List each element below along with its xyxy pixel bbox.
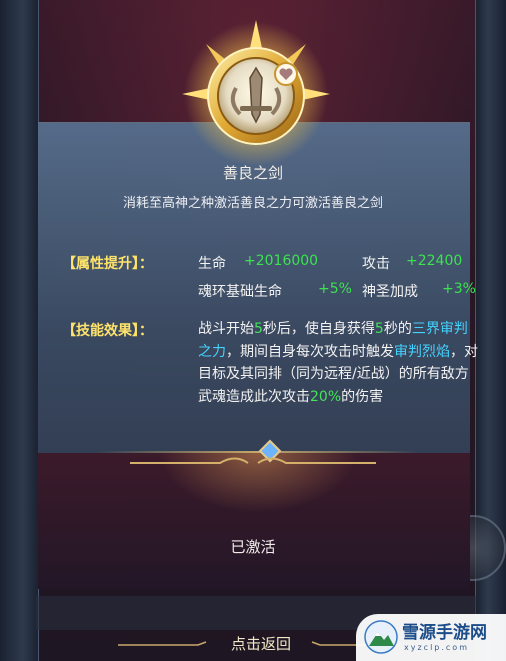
attr-value-ring-hp: +5%: [318, 281, 352, 297]
attr-label-attack: 攻击: [362, 256, 390, 272]
item-description: 消耗至高神之种激活善良之力可激活善良之剑: [122, 196, 383, 211]
back-button[interactable]: 点击返回: [206, 632, 316, 656]
background-tab: [60, 12, 140, 38]
skill-description: 战斗开始5秒后，使自身获得5秒的三界审判之力，期间自身每次攻击时触发审判烈焰，对…: [198, 321, 478, 405]
activated-status: 已激活: [230, 538, 276, 556]
watermark-title: 雪源手游网: [402, 623, 487, 643]
attr-label-hp: 生命: [198, 256, 226, 272]
back-left-deco-icon: [118, 641, 207, 646]
attr-value-attack: +22400: [406, 253, 463, 269]
sword-heart-emblem-icon: [182, 20, 330, 166]
skill-section-title: 【技能效果】：: [62, 323, 153, 339]
attributes-section-title: 【属性提升】：: [62, 256, 153, 272]
attr-label-ring-hp: 魂环基础生命: [198, 284, 282, 300]
attr-label-holy-bonus: 神圣加成: [362, 284, 418, 300]
watermark-url: xyzclp.com: [404, 643, 469, 652]
right-ornament-icon: [257, 457, 376, 464]
attr-value-holy-bonus: +3%: [442, 281, 476, 297]
item-name: 善良之剑: [222, 164, 283, 182]
skill-name-judgment-flame: 审判烈焰: [394, 343, 450, 360]
attr-value-hp: +2016000: [244, 253, 319, 269]
background-left-frame: [0, 0, 39, 661]
site-watermark: 雪源手游网 xyzclp.com: [356, 614, 506, 661]
left-ornament-icon: [130, 457, 249, 464]
mountain-logo-icon: [364, 620, 398, 654]
